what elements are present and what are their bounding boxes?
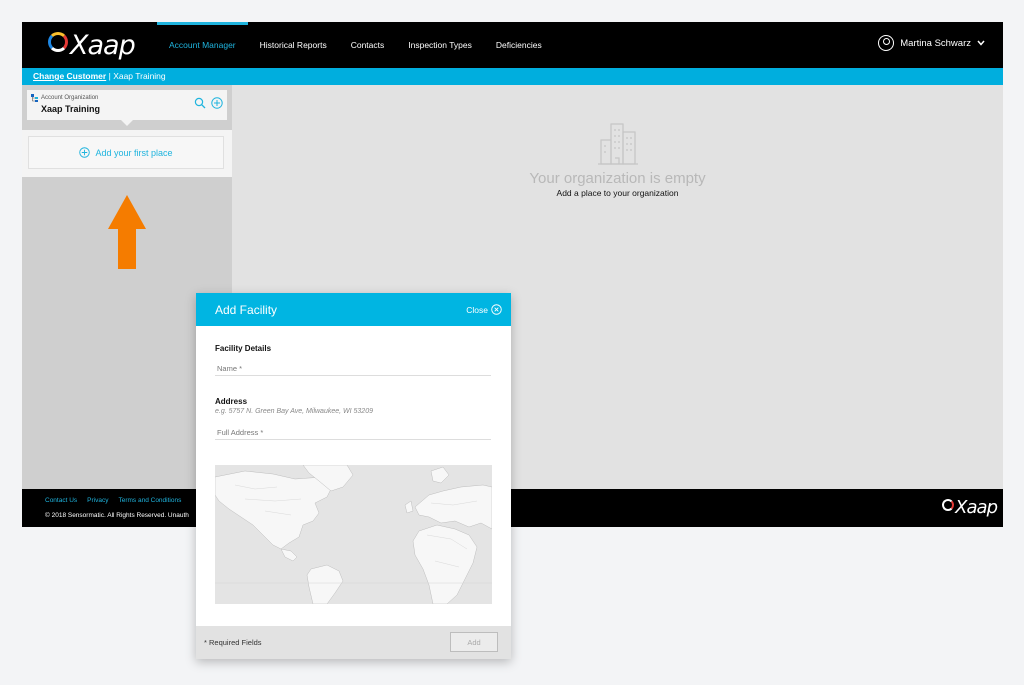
search-icon[interactable] <box>194 97 206 109</box>
footer-link-terms[interactable]: Terms and Conditions <box>118 497 181 504</box>
nav-account-manager[interactable]: Account Manager <box>157 22 248 68</box>
org-label: Account Organization <box>41 95 99 101</box>
empty-state-title: Your organization is empty <box>529 170 706 187</box>
close-button[interactable]: Close <box>466 304 502 315</box>
places-list: Add your first place <box>22 130 232 177</box>
add-button[interactable]: Add <box>450 632 498 652</box>
close-icon <box>491 304 502 315</box>
buildings-icon <box>597 123 638 165</box>
user-menu[interactable]: Martina Schwarz <box>878 35 985 51</box>
nav-inspection-types[interactable]: Inspection Types <box>396 22 484 68</box>
org-tree-icon <box>31 94 38 102</box>
facility-details-title: Facility Details <box>215 344 272 353</box>
org-actions <box>194 97 223 109</box>
required-fields-note: * Required Fields <box>204 638 262 647</box>
customer-name: Xaap Training <box>113 71 166 81</box>
nav-deficiencies[interactable]: Deficiencies <box>484 22 554 68</box>
main-nav: Account Manager Historical Reports Conta… <box>157 22 554 68</box>
facility-name-input[interactable] <box>215 362 491 376</box>
empty-state: Your organization is empty Add a place t… <box>232 122 1003 198</box>
top-navbar: Xaap Account Manager Historical Reports … <box>22 22 1003 68</box>
address-title: Address <box>215 397 248 406</box>
world-map-graphic <box>215 465 492 604</box>
footer-links: Contact Us Privacy Terms and Conditions <box>45 497 181 504</box>
footer-link-privacy[interactable]: Privacy <box>87 497 108 504</box>
close-label: Close <box>466 304 488 315</box>
copyright-text: © 2018 Sensormatic. All Rights Reserved.… <box>45 512 189 519</box>
logo-text: Xaap <box>70 30 136 61</box>
user-name: Martina Schwarz <box>900 37 971 49</box>
modal-header: Add Facility Close <box>196 293 511 326</box>
empty-state-subtitle: Add a place to your organization <box>556 188 679 198</box>
change-customer-link[interactable]: Change Customer <box>33 71 106 81</box>
footer-link-contact[interactable]: Contact Us <box>45 497 77 504</box>
hint-arrow-up-icon <box>108 195 146 269</box>
nav-contacts[interactable]: Contacts <box>339 22 397 68</box>
app-window: Xaap Account Manager Historical Reports … <box>22 22 1003 527</box>
footer-logo-text: Xaap <box>955 497 998 518</box>
chevron-down-icon <box>977 40 985 46</box>
nav-historical-reports[interactable]: Historical Reports <box>248 22 339 68</box>
add-circle-icon[interactable] <box>211 97 223 109</box>
add-circle-icon <box>79 147 91 158</box>
location-map[interactable] <box>215 465 492 604</box>
add-first-place-button[interactable]: Add your first place <box>28 136 224 169</box>
add-facility-modal: Add Facility Close Facility Details Addr… <box>196 293 511 659</box>
footer: Contact Us Privacy Terms and Conditions … <box>22 489 1003 527</box>
org-name: Xaap Training <box>41 104 101 114</box>
footer-logo: Xaap <box>942 497 998 518</box>
org-card[interactable]: Account Organization Xaap Training <box>27 90 227 126</box>
separator: | <box>108 71 111 81</box>
add-first-place-label: Add your first place <box>95 147 173 158</box>
xaap-logo[interactable]: Xaap <box>48 30 136 61</box>
modal-title: Add Facility <box>215 303 278 317</box>
customer-bar: Change Customer | Xaap Training <box>22 68 1003 85</box>
full-address-input[interactable] <box>215 426 491 440</box>
address-hint: e.g. 5757 N. Green Bay Ave, Milwaukee, W… <box>215 408 373 415</box>
user-avatar-icon <box>878 35 895 51</box>
modal-footer: * Required Fields Add <box>196 626 511 659</box>
